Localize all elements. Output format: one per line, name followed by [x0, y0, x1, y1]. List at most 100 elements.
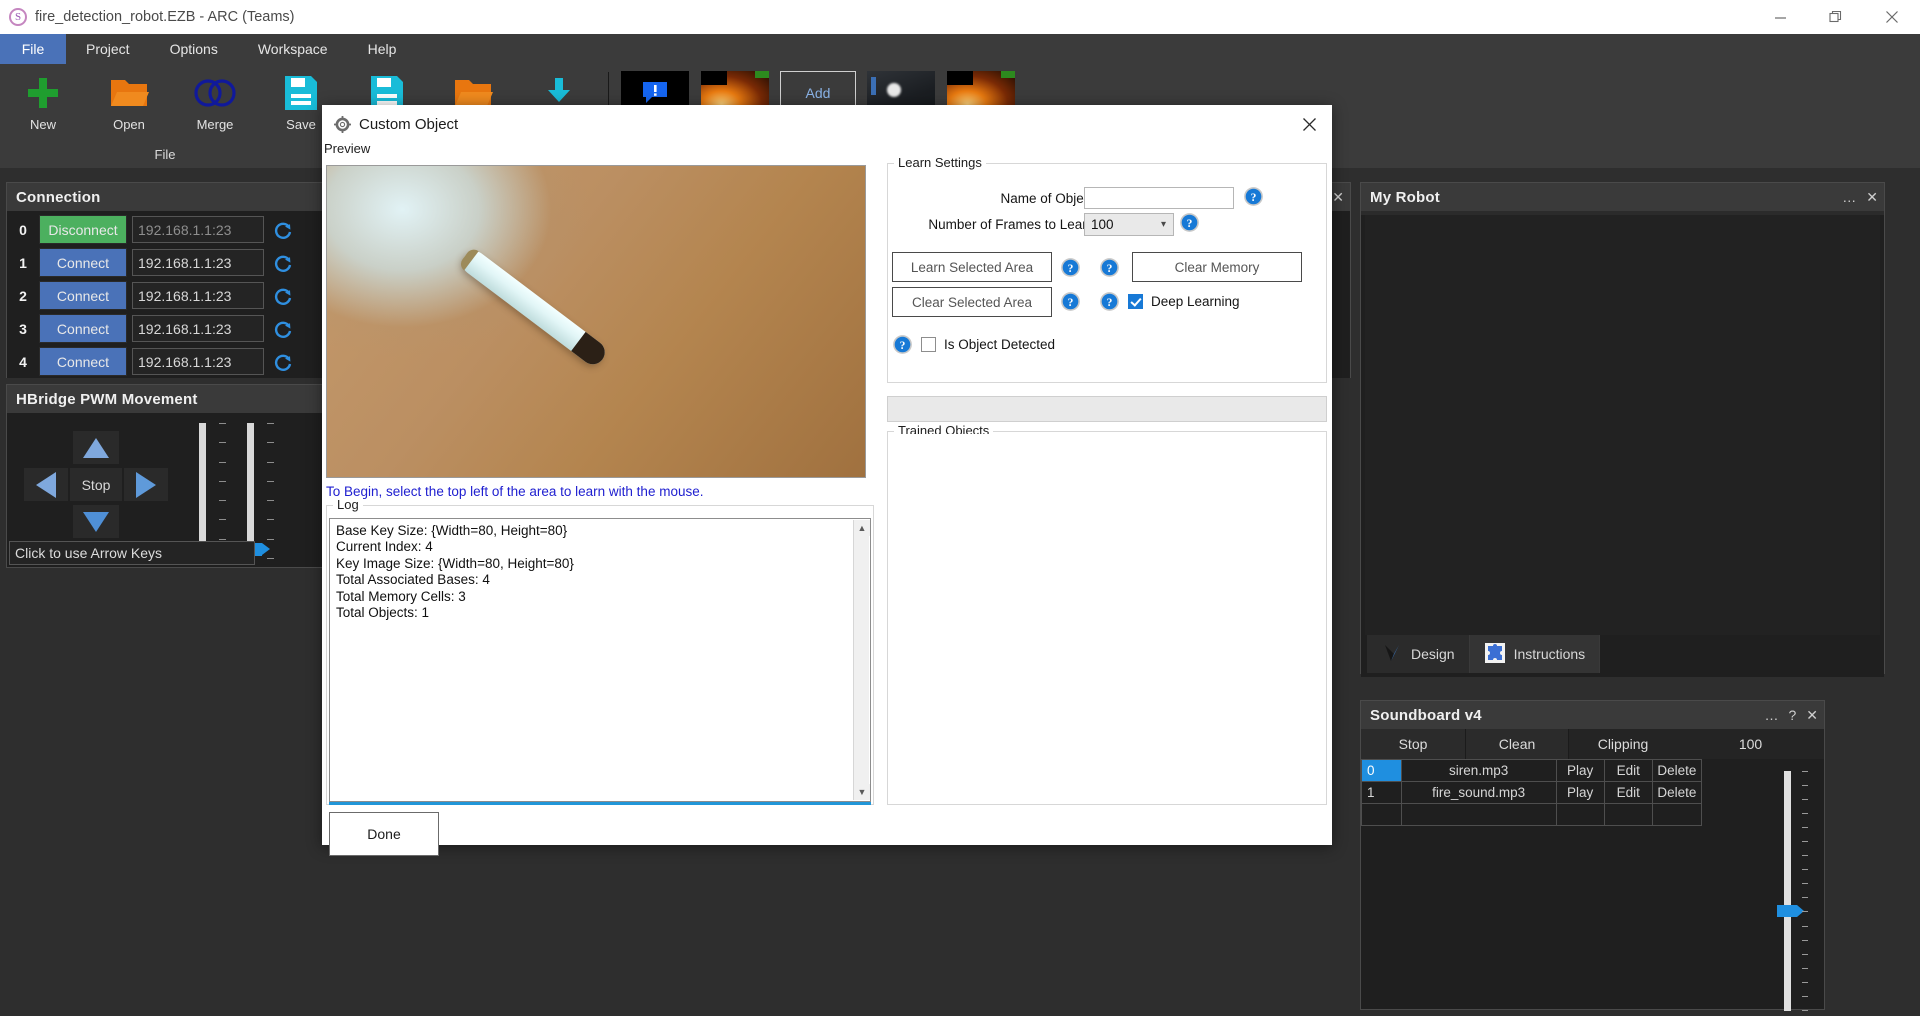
delete-button[interactable]: [1652, 804, 1701, 826]
log-line: Key Image Size: {Width=80, Height=80}: [336, 556, 864, 572]
connection-ip-1[interactable]: 192.168.1.1:23: [132, 249, 264, 276]
deep-learning-label: Deep Learning: [1151, 294, 1240, 309]
my-robot-panel-header: My Robot … ✕: [1361, 183, 1884, 211]
move-forward-button[interactable]: [73, 431, 119, 464]
ribbon-open-label: Open: [113, 117, 145, 132]
ribbon-open-button[interactable]: Open: [86, 64, 172, 142]
camera-preview-image[interactable]: [326, 165, 866, 478]
table-row[interactable]: 0 siren.mp3 Play Edit Delete: [1362, 760, 1702, 782]
detected-object-stylus: [458, 246, 610, 369]
menu-item-file[interactable]: File: [0, 34, 66, 64]
edit-button[interactable]: [1604, 804, 1652, 826]
delete-button[interactable]: Delete: [1652, 782, 1701, 804]
menu-item-workspace[interactable]: Workspace: [238, 34, 348, 64]
help-circle-icon[interactable]: ?: [1243, 186, 1264, 207]
stop-button[interactable]: Stop: [70, 468, 122, 501]
log-line: Total Objects: 1: [336, 605, 864, 621]
left-speed-slider[interactable]: [189, 423, 235, 559]
close-icon[interactable]: [1292, 109, 1326, 139]
soundboard-clean-button[interactable]: Clean: [1466, 729, 1569, 759]
clear-memory-button[interactable]: Clear Memory: [1132, 252, 1302, 282]
save-floppy-icon: [283, 71, 319, 115]
row-index: 0: [1362, 760, 1402, 782]
help-circle-icon[interactable]: ?: [1099, 291, 1120, 312]
svg-text:?: ?: [1187, 218, 1193, 230]
arrow-keys-hint-input[interactable]: Click to use Arrow Keys: [9, 541, 255, 565]
connection-ip-0[interactable]: 192.168.1.1:23: [132, 216, 264, 243]
move-left-button[interactable]: [24, 468, 68, 501]
number-of-frames-select[interactable]: 100 ▾: [1084, 213, 1174, 236]
log-scrollbar[interactable]: ▲ ▼: [853, 520, 869, 800]
slider-track: [199, 423, 206, 559]
row-filename[interactable]: siren.mp3: [1401, 760, 1556, 782]
ribbon-merge-button[interactable]: Merge: [172, 64, 258, 142]
is-object-detected-checkbox[interactable]: [921, 337, 936, 352]
tab-instructions[interactable]: Instructions: [1470, 635, 1601, 673]
close-icon[interactable]: ✕: [1332, 190, 1344, 204]
svg-text:?: ?: [1068, 263, 1074, 275]
deep-learning-checkbox[interactable]: [1128, 294, 1143, 309]
row-filename[interactable]: [1401, 804, 1556, 826]
connect-button-2[interactable]: Connect: [39, 281, 127, 310]
edit-button[interactable]: Edit: [1604, 760, 1652, 782]
play-button[interactable]: Play: [1556, 760, 1604, 782]
connection-ip-3[interactable]: 192.168.1.1:23: [132, 315, 264, 342]
scroll-down-icon[interactable]: ▼: [854, 784, 870, 800]
soundboard-volume-slider[interactable]: [1774, 771, 1814, 1011]
connect-button-3[interactable]: Connect: [39, 314, 127, 343]
log-textarea[interactable]: Base Key Size: {Width=80, Height=80} Cur…: [329, 518, 871, 802]
refresh-icon[interactable]: [273, 253, 293, 273]
trained-objects-list[interactable]: [890, 434, 1324, 802]
table-row[interactable]: [1362, 804, 1702, 826]
minimize-icon[interactable]: [1752, 0, 1808, 34]
tab-design[interactable]: Design: [1367, 635, 1470, 673]
connection-ip-4[interactable]: 192.168.1.1:23: [132, 348, 264, 375]
refresh-icon[interactable]: [273, 220, 293, 240]
close-icon[interactable]: [1864, 0, 1920, 34]
connect-button-1[interactable]: Connect: [39, 248, 127, 277]
soundboard-clipping-label: Clipping: [1569, 729, 1677, 759]
slider-thumb[interactable]: [1777, 905, 1797, 917]
name-of-object-input[interactable]: [1084, 187, 1234, 209]
learn-selected-area-button[interactable]: Learn Selected Area: [892, 252, 1052, 282]
done-button[interactable]: Done: [329, 812, 439, 856]
move-backward-button[interactable]: [73, 505, 119, 538]
restore-icon[interactable]: [1808, 0, 1864, 34]
close-icon[interactable]: ✕: [1806, 708, 1818, 722]
more-options-icon[interactable]: …: [1764, 708, 1778, 722]
my-robot-canvas[interactable]: [1365, 215, 1880, 635]
soundboard-panel-body: Stop Clean Clipping 100 0 siren.mp3 Play…: [1361, 729, 1824, 1009]
help-circle-icon[interactable]: ?: [1060, 257, 1081, 278]
move-right-button[interactable]: [124, 468, 168, 501]
right-speed-slider[interactable]: [237, 423, 283, 559]
menu-item-options[interactable]: Options: [150, 34, 238, 64]
help-circle-icon[interactable]: ?: [1099, 257, 1120, 278]
delete-button[interactable]: Delete: [1652, 760, 1701, 782]
connection-ip-2[interactable]: 192.168.1.1:23: [132, 282, 264, 309]
soundboard-stop-button[interactable]: Stop: [1361, 729, 1466, 759]
help-icon[interactable]: ?: [1788, 708, 1796, 722]
refresh-icon[interactable]: [273, 352, 293, 372]
ribbon-new-button[interactable]: New: [0, 64, 86, 142]
row-filename[interactable]: fire_sound.mp3: [1401, 782, 1556, 804]
help-circle-icon[interactable]: ?: [1179, 212, 1200, 233]
play-button[interactable]: [1556, 804, 1604, 826]
menu-item-help[interactable]: Help: [348, 34, 417, 64]
disconnect-button-0[interactable]: Disconnect: [39, 215, 127, 244]
clear-selected-area-button[interactable]: Clear Selected Area: [892, 287, 1052, 317]
menu-item-project[interactable]: Project: [66, 34, 150, 64]
help-circle-icon[interactable]: ?: [1060, 291, 1081, 312]
table-row[interactable]: 1 fire_sound.mp3 Play Edit Delete: [1362, 782, 1702, 804]
preview-legend: Preview: [324, 141, 370, 156]
close-icon[interactable]: ✕: [1866, 190, 1878, 204]
more-options-icon[interactable]: …: [1842, 190, 1856, 204]
my-robot-panel-body: Design Instructions: [1361, 215, 1884, 677]
learn-settings-group: Learn Settings Name of Object: ? Number …: [887, 163, 1327, 383]
help-circle-icon[interactable]: ?: [892, 334, 913, 355]
edit-button[interactable]: Edit: [1604, 782, 1652, 804]
play-button[interactable]: Play: [1556, 782, 1604, 804]
refresh-icon[interactable]: [273, 286, 293, 306]
refresh-icon[interactable]: [273, 319, 293, 339]
scroll-up-icon[interactable]: ▲: [854, 520, 870, 536]
connect-button-4[interactable]: Connect: [39, 347, 127, 376]
